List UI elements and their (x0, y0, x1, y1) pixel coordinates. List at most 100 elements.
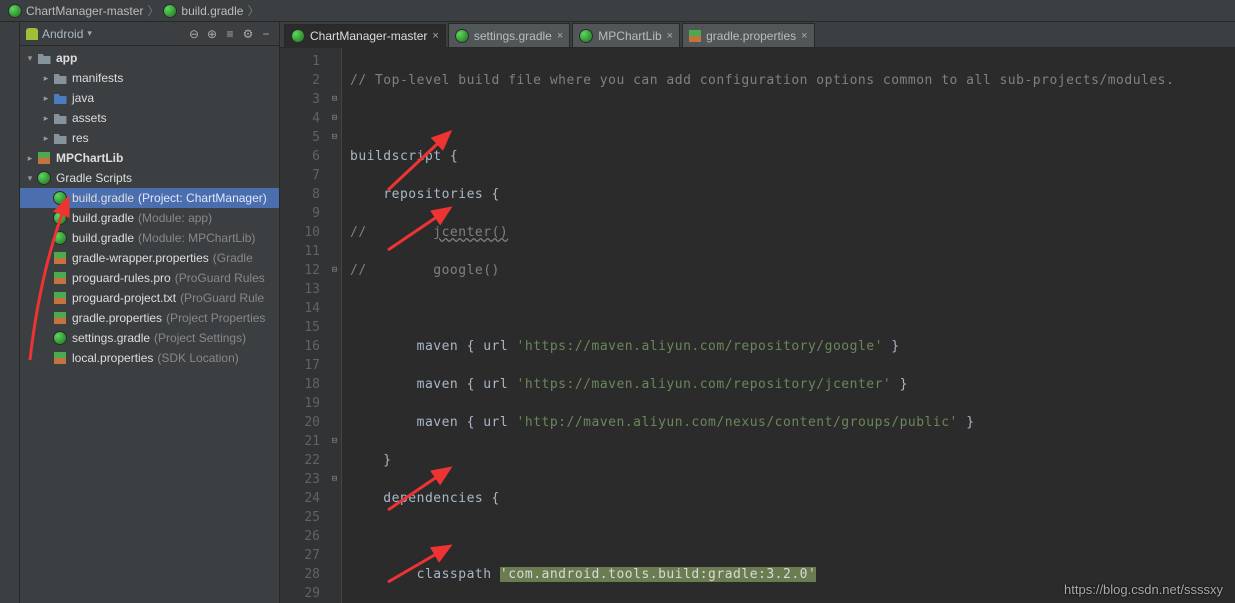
tree-node-build-gradle-lib[interactable]: build.gradle (Module: MPChartLib) (20, 228, 279, 248)
sort-icon[interactable]: ≡ (223, 27, 237, 41)
code-text: } (958, 415, 975, 430)
project-view-label[interactable]: Android (42, 27, 83, 41)
close-icon[interactable]: × (801, 30, 807, 42)
code-text: maven { url (350, 339, 517, 354)
gradle-icon (163, 4, 177, 18)
target-icon[interactable]: ⊕ (205, 27, 219, 41)
breadcrumb-file[interactable]: build.gradle (163, 4, 243, 18)
tree-node-gradle-wrapper[interactable]: gradle-wrapper.properties (Gradle (20, 248, 279, 268)
tree-qualifier: (ProGuard Rules (175, 271, 265, 285)
breadcrumb: ChartManager-master 〉 build.gradle 〉 (0, 0, 1235, 22)
tree-label: res (72, 131, 89, 145)
tree-node-gradle-scripts[interactable]: ▾ Gradle Scripts (20, 168, 279, 188)
tree-label: assets (72, 111, 107, 125)
tree-label: gradle-wrapper.properties (72, 251, 209, 265)
android-icon (26, 28, 38, 40)
close-icon[interactable]: × (432, 30, 438, 42)
tree-node-res[interactable]: ▸ res (20, 128, 279, 148)
code-text: maven { url (350, 377, 517, 392)
project-tool-window: Android ▾ ⊖ ⊕ ≡ ⚙ − ▾ app ▸ manifests (20, 22, 280, 603)
tree-label: manifests (72, 71, 123, 85)
tree-qualifier: (Project Properties (166, 311, 265, 325)
gradle-icon (53, 191, 67, 205)
tree-node-build-gradle-project[interactable]: build.gradle (Project: ChartManager) (20, 188, 279, 208)
file-icon (54, 272, 66, 284)
code-string: 'https://maven.aliyun.com/repository/goo… (517, 339, 883, 354)
code-string: 'https://maven.aliyun.com/repository/jce… (517, 377, 892, 392)
code-line: dependencies { (350, 491, 500, 506)
tree-label: Gradle Scripts (56, 171, 132, 185)
code-line: // Top-level build file where you can ad… (350, 73, 1174, 88)
hide-icon[interactable]: − (259, 27, 273, 41)
tree-label: java (72, 91, 94, 105)
close-icon[interactable]: × (667, 30, 673, 42)
project-view-header: Android ▾ ⊖ ⊕ ≡ ⚙ − (20, 22, 279, 46)
tree-node-proguard-project[interactable]: proguard-project.txt (ProGuard Rule (20, 288, 279, 308)
left-tool-rail (0, 22, 20, 603)
tab-mpchartlib[interactable]: MPChartLib × (572, 23, 680, 47)
chevron-right-icon: 〉 (147, 2, 159, 19)
tree-label: gradle.properties (72, 311, 162, 325)
tree-label: proguard-project.txt (72, 291, 176, 305)
chevron-right-icon: 〉 (247, 2, 259, 19)
chevron-right-icon[interactable]: ▸ (40, 133, 52, 144)
chevron-right-icon[interactable]: ▸ (40, 93, 52, 104)
tree-node-gradle-properties[interactable]: gradle.properties (Project Properties (20, 308, 279, 328)
tab-label: MPChartLib (598, 29, 661, 43)
chevron-down-icon[interactable]: ▾ (87, 28, 92, 39)
tree-node-java[interactable]: ▸ java (20, 88, 279, 108)
code-string: 'com.android.tools.build:gradle:3.2.0' (500, 567, 816, 582)
code-line: // google() (350, 263, 500, 278)
gradle-icon (37, 171, 51, 185)
tree-label: build.gradle (72, 191, 134, 205)
tree-node-local-properties[interactable]: local.properties (SDK Location) (20, 348, 279, 368)
close-icon[interactable]: × (557, 30, 563, 42)
tab-gradle-properties[interactable]: gradle.properties × (682, 23, 815, 47)
chevron-right-icon[interactable]: ▸ (40, 73, 52, 84)
code-editor[interactable]: 1234567891011121314151617181920212223242… (280, 48, 1235, 603)
tree-qualifier: (Module: MPChartLib) (138, 231, 255, 245)
chevron-down-icon[interactable]: ▾ (24, 173, 36, 184)
tab-settings-gradle[interactable]: settings.gradle × (448, 23, 570, 47)
breadcrumb-project[interactable]: ChartManager-master (8, 4, 143, 18)
code-string: 'http://maven.aliyun.com/nexus/content/g… (517, 415, 958, 430)
tree-qualifier: (Module: app) (138, 211, 212, 225)
tree-label: build.gradle (72, 231, 134, 245)
code-text: classpath (350, 567, 500, 582)
chevron-down-icon[interactable]: ▾ (24, 53, 36, 64)
folder-icon (54, 94, 67, 104)
chevron-right-icon[interactable]: ▸ (40, 113, 52, 124)
tree-node-proguard-rules[interactable]: proguard-rules.pro (ProGuard Rules (20, 268, 279, 288)
tree-node-mpchartlib[interactable]: ▸ MPChartLib (20, 148, 279, 168)
gear-icon[interactable]: ⚙ (241, 27, 255, 41)
chevron-right-icon[interactable]: ▸ (24, 153, 36, 164)
tree-label: local.properties (72, 351, 153, 365)
tree-node-settings-gradle[interactable]: settings.gradle (Project Settings) (20, 328, 279, 348)
breadcrumb-file-label: build.gradle (181, 4, 243, 18)
tree-qualifier: (Gradle (213, 251, 253, 265)
fold-gutter[interactable]: ⊟⊟⊟⊟⊟⊟ (328, 48, 342, 603)
properties-icon (689, 30, 701, 42)
tree-label: app (56, 51, 77, 65)
collapse-icon[interactable]: ⊖ (187, 27, 201, 41)
tree-node-manifests[interactable]: ▸ manifests (20, 68, 279, 88)
gradle-icon (291, 29, 305, 43)
properties-icon (54, 252, 66, 264)
tab-chartmanager[interactable]: ChartManager-master × (284, 24, 446, 48)
tree-qualifier: (Project: ChartManager) (138, 191, 267, 205)
folder-icon (54, 134, 67, 144)
tree-node-build-gradle-app[interactable]: build.gradle (Module: app) (20, 208, 279, 228)
tree-qualifier: (Project Settings) (154, 331, 246, 345)
file-icon (54, 292, 66, 304)
code-content[interactable]: // Top-level build file where you can ad… (342, 48, 1235, 603)
gradle-icon (455, 29, 469, 43)
code-line: repositories { (350, 187, 500, 202)
module-icon (38, 152, 50, 164)
gradle-icon (53, 231, 67, 245)
tab-label: gradle.properties (706, 29, 796, 43)
code-text: } (891, 377, 908, 392)
tree-qualifier: (ProGuard Rule (180, 291, 264, 305)
tree-node-app[interactable]: ▾ app (20, 48, 279, 68)
tree-node-assets[interactable]: ▸ assets (20, 108, 279, 128)
watermark: https://blog.csdn.net/ssssxy (1064, 582, 1223, 597)
